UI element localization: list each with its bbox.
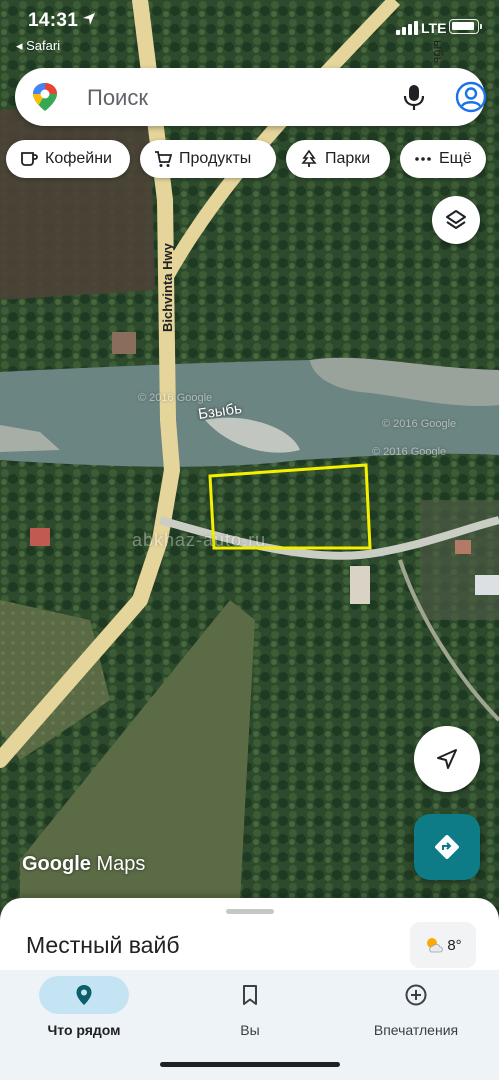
microphone-icon[interactable] — [401, 83, 427, 111]
sheet-drag-handle[interactable] — [226, 909, 274, 914]
tab-explore[interactable]: Что рядом — [14, 976, 154, 1056]
chip-more[interactable]: Ещё — [400, 140, 486, 178]
chip-parks[interactable]: Парки — [286, 140, 390, 178]
layers-icon — [446, 210, 466, 229]
map-attribution: © 2016 Google — [372, 446, 447, 458]
weather-temp: 8° — [447, 936, 462, 954]
coffee-icon — [21, 152, 38, 166]
google-maps-logo: Google Maps — [22, 853, 146, 875]
location-pin-icon — [76, 985, 92, 1005]
tab-label: Впечатления — [373, 1022, 459, 1038]
google-maps-pin-icon — [33, 83, 57, 111]
partly-sunny-icon — [427, 938, 444, 953]
chip-groceries[interactable]: Продукты — [140, 140, 276, 178]
status-bar: 14:31 ◂ Safari LTE — [0, 0, 499, 60]
tree-icon — [301, 150, 317, 167]
signal-icon — [396, 21, 418, 35]
chip-label: Продукты — [179, 150, 252, 167]
tab-you[interactable]: Вы — [180, 976, 320, 1056]
tab-contribute[interactable]: Впечатления — [346, 976, 486, 1056]
chip-label: Ещё — [439, 150, 472, 167]
watermark: abkhaz-auto.ru — [132, 530, 267, 550]
directions-button[interactable] — [414, 814, 480, 880]
my-location-button[interactable] — [414, 726, 480, 792]
more-icon — [415, 157, 431, 161]
weather-badge[interactable]: 8° — [410, 922, 476, 968]
tab-label: Что рядом — [47, 1022, 121, 1038]
map-attribution: © 2016 Google — [138, 392, 213, 404]
directions-icon — [435, 835, 459, 859]
add-circle-icon — [405, 984, 427, 1006]
layers-button[interactable] — [432, 196, 480, 244]
chip-coffee[interactable]: Кофейни — [6, 140, 130, 178]
chip-label: Кофейни — [45, 150, 112, 167]
status-time: 14:31 — [28, 10, 79, 31]
navigation-arrow-icon — [437, 749, 457, 769]
cart-icon — [155, 151, 172, 167]
battery-icon — [449, 19, 482, 34]
search-input[interactable]: Поиск — [87, 85, 148, 111]
location-arrow-icon — [83, 13, 95, 25]
account-icon[interactable] — [455, 81, 487, 113]
home-indicator[interactable] — [160, 1062, 340, 1067]
bookmark-icon — [243, 985, 257, 1005]
map-attribution: © 2016 Google — [382, 418, 457, 430]
tab-label: Вы — [240, 1022, 260, 1038]
network-type: LTE — [421, 20, 447, 36]
back-to-safari[interactable]: ◂ Safari — [16, 38, 60, 54]
chip-label: Парки — [325, 150, 371, 167]
sheet-title: Местный вайб — [26, 932, 180, 958]
search-bar[interactable]: Поиск — [15, 68, 487, 126]
road-label: Bichvinta Hwy — [160, 243, 175, 332]
